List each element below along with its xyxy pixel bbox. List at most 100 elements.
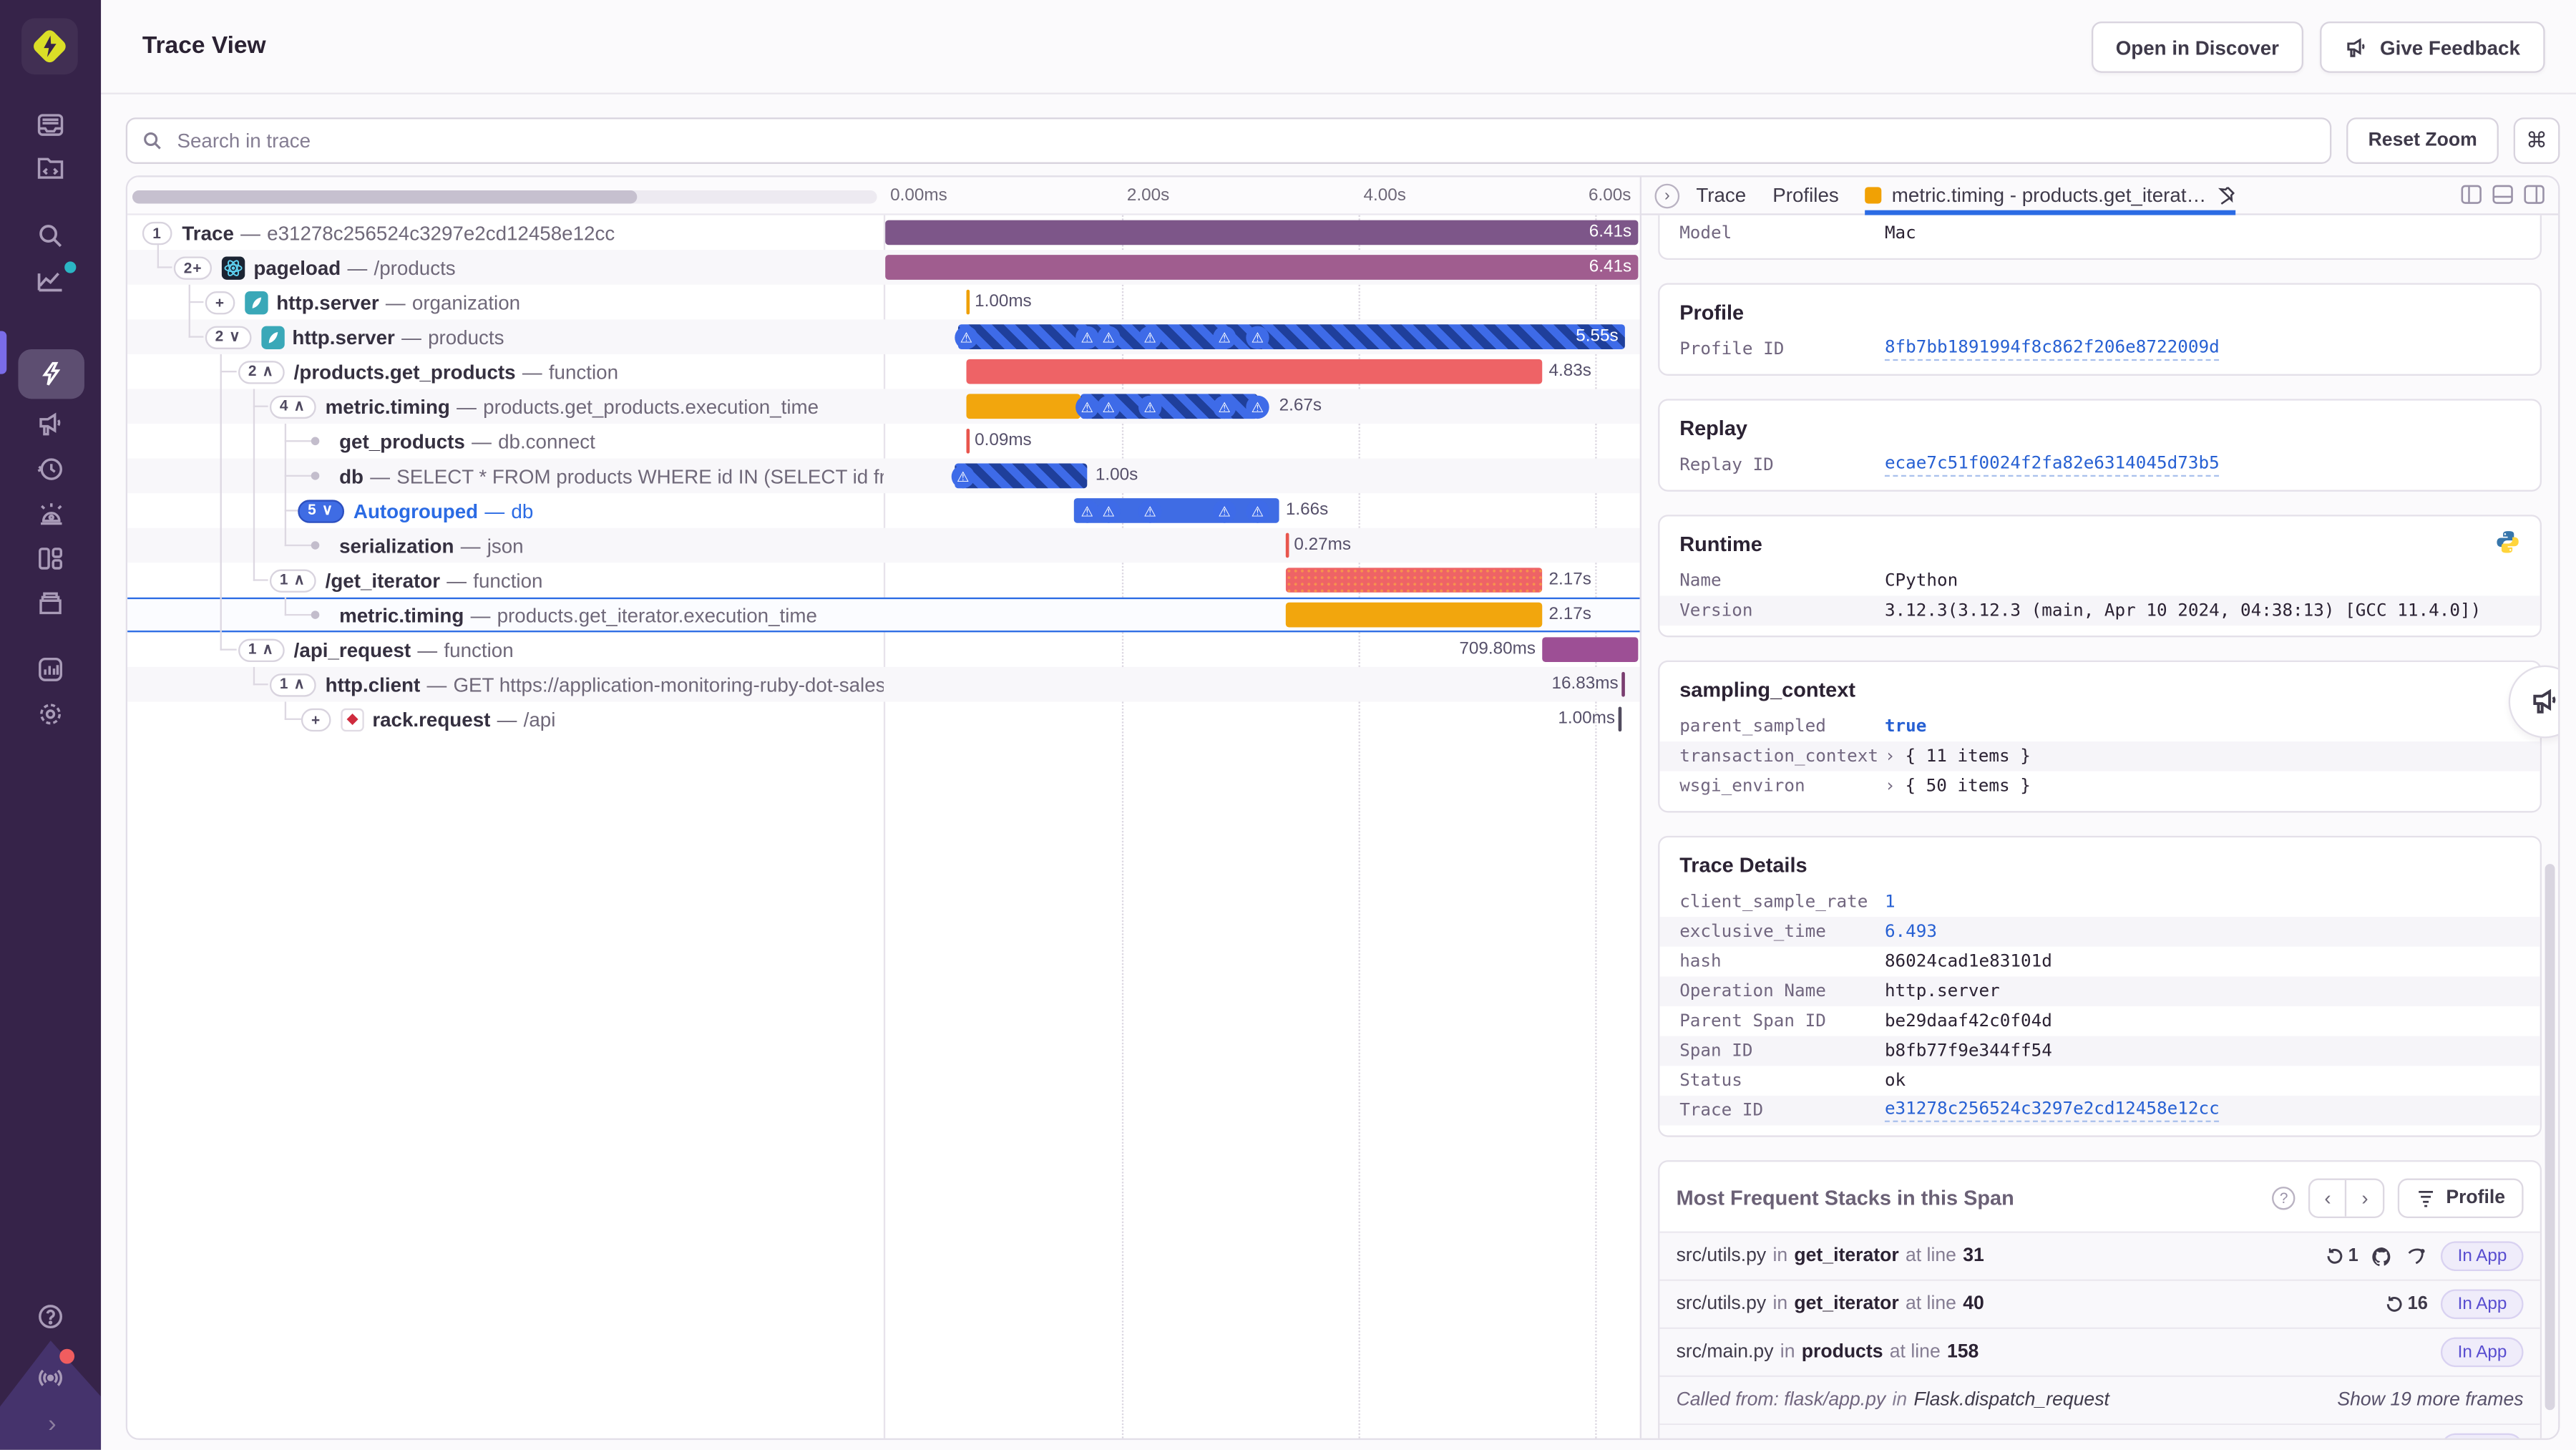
warning-icon[interactable]: ⚠ bbox=[1246, 325, 1269, 349]
span-row-rack-request[interactable]: + ◆ rack.request — /api 1.00ms bbox=[127, 702, 1640, 737]
span-bar[interactable] bbox=[1285, 568, 1543, 593]
span-bar[interactable]: 6.41s bbox=[885, 255, 1639, 280]
warning-icon[interactable]: ⚠ bbox=[1097, 325, 1121, 349]
next-stack-button[interactable]: › bbox=[2347, 1180, 2384, 1217]
replay-id-link[interactable]: ecae7c51f0024f2fa82e6314045d73b5 bbox=[1884, 454, 2220, 477]
span-children-count-pill[interactable]: 1 bbox=[142, 220, 172, 245]
span-bar-missing-instrumentation[interactable]: 5.55s bbox=[957, 324, 1625, 349]
span-row-get-iterator-function[interactable]: 1 ∧ /get_iterator — function 2.17s bbox=[127, 563, 1640, 598]
stack-frame-row[interactable]: src/utils.py in get_iterator at line 31 … bbox=[1659, 1231, 2540, 1280]
span-row-serialization[interactable]: serialization — json 0.27ms bbox=[127, 527, 1640, 563]
give-feedback-button[interactable]: Give Feedback bbox=[2320, 21, 2545, 73]
span-row-http-client[interactable]: 1 ∧ http.client — GET https://applicatio… bbox=[127, 666, 1640, 702]
span-row-api-request-function[interactable]: 1 ∧ /api_request — function 709.80ms bbox=[127, 632, 1640, 667]
tab-span-active[interactable]: metric.timing - products.get_iterat… bbox=[1865, 177, 2236, 215]
warning-icon[interactable]: ⚠ bbox=[1138, 325, 1162, 349]
drawer-scrollbar[interactable] bbox=[2545, 864, 2555, 1411]
sidebar-item-performance-active[interactable] bbox=[17, 349, 84, 399]
span-tick[interactable] bbox=[966, 428, 970, 454]
sidebar-item-releases[interactable] bbox=[17, 581, 84, 626]
warning-icon[interactable]: ⚠ bbox=[1097, 394, 1121, 418]
collapse-drawer-icon[interactable]: › bbox=[1654, 183, 1680, 208]
stack-frame-row[interactable]: src/main.py in products at line 158 In A… bbox=[1659, 1327, 2540, 1376]
dock-bottom-icon[interactable] bbox=[2492, 184, 2514, 205]
sidebar-item-search[interactable] bbox=[17, 213, 84, 258]
open-in-discover-button[interactable]: Open in Discover bbox=[2091, 21, 2304, 73]
span-bar[interactable] bbox=[966, 394, 1081, 419]
span-expand-pill[interactable]: + bbox=[205, 290, 235, 314]
pin-icon[interactable] bbox=[2216, 185, 2236, 205]
span-row-db-connect[interactable]: get_products — db.connect 0.09ms bbox=[127, 424, 1640, 459]
sidebar-expand-icon[interactable]: › bbox=[44, 1412, 57, 1437]
help-circle-icon[interactable]: ? bbox=[2272, 1187, 2296, 1210]
sidebar-item-alerts[interactable] bbox=[17, 492, 84, 536]
span-row-metric-timing-get-iterator-selected[interactable]: metric.timing — products.get_iterator.ex… bbox=[127, 597, 1640, 633]
reset-zoom-button[interactable]: Reset Zoom bbox=[2346, 117, 2499, 164]
warning-icon[interactable]: ⚠ bbox=[951, 464, 975, 488]
span-expand-pill[interactable]: + bbox=[301, 707, 331, 731]
span-tick[interactable] bbox=[966, 289, 970, 315]
warning-icon[interactable]: ⚠ bbox=[1075, 499, 1099, 522]
span-tick[interactable] bbox=[1285, 532, 1289, 558]
dock-left-icon[interactable] bbox=[2461, 184, 2482, 205]
span-row-metric-timing-get-products[interactable]: 4 ∧ metric.timing — products.get_product… bbox=[127, 389, 1640, 424]
span-tick[interactable] bbox=[1621, 671, 1625, 697]
span-tick[interactable] bbox=[1618, 706, 1622, 732]
sidebar-item-stats[interactable] bbox=[17, 258, 84, 303]
profile-link-icon[interactable] bbox=[2406, 1245, 2428, 1267]
span-children-count-pill[interactable]: 1 ∧ bbox=[269, 568, 316, 592]
stack-frame-row[interactable]: src/utils.py in get_iterator at line 40 … bbox=[1659, 1279, 2540, 1328]
search-input[interactable] bbox=[173, 127, 2316, 155]
show-more-frames-link[interactable]: Show 19 more frames bbox=[2337, 1391, 2523, 1411]
span-children-count-pill[interactable]: 4 ∧ bbox=[269, 394, 316, 418]
warning-icon[interactable]: ⚠ bbox=[1246, 499, 1269, 522]
stack-frame-called-from[interactable]: Called from: flask/app.py in Flask.dispa… bbox=[1659, 1375, 2540, 1424]
warning-icon[interactable]: ⚠ bbox=[1138, 499, 1162, 522]
transaction-context-row[interactable]: transaction_context › { 11 items } bbox=[1659, 741, 2540, 772]
span-children-count-pill[interactable]: 2 ∨ bbox=[205, 325, 251, 349]
span-row-db-select[interactable]: db — SELECT * FROM products WHERE id IN … bbox=[127, 458, 1640, 494]
warning-icon[interactable]: ⚠ bbox=[1246, 394, 1269, 418]
sidebar-item-dashboards[interactable] bbox=[17, 536, 84, 580]
span-children-count-pill[interactable]: 2+ bbox=[173, 256, 213, 279]
span-children-count-pill[interactable]: 1 ∧ bbox=[269, 673, 316, 696]
sidebar-item-projects[interactable] bbox=[17, 147, 84, 192]
warning-icon[interactable]: ⚠ bbox=[1097, 499, 1121, 522]
warning-icon[interactable]: ⚠ bbox=[955, 325, 978, 349]
warning-icon[interactable]: ⚠ bbox=[1213, 394, 1236, 418]
prev-stack-button[interactable]: ‹ bbox=[2311, 1179, 2347, 1217]
stack-frame-row[interactable]: gunicorn in <module> at line 8 In App bbox=[1659, 1423, 2540, 1439]
sidebar-item-settings[interactable] bbox=[17, 692, 84, 736]
profile-id-link[interactable]: 8fb7bb1891994f8c862f206e8722009d bbox=[1884, 338, 2220, 361]
scrollbar-thumb[interactable] bbox=[132, 190, 638, 204]
warning-icon[interactable]: ⚠ bbox=[1075, 394, 1099, 418]
shortcuts-button[interactable]: ⌘ bbox=[2513, 117, 2560, 164]
autogroup-count-pill[interactable]: 5 ∨ bbox=[298, 499, 344, 522]
sentry-logo[interactable] bbox=[21, 18, 78, 75]
help-icon[interactable] bbox=[17, 1294, 84, 1338]
span-bar[interactable] bbox=[966, 359, 1543, 384]
sidebar-item-feedback[interactable] bbox=[17, 402, 84, 447]
sidebar-item-issues[interactable] bbox=[17, 102, 84, 147]
span-row-http-server-products[interactable]: 2 ∨ http.server — products 5.55s ⚠ ⚠ ⚠ ⚠… bbox=[127, 319, 1640, 354]
span-bar[interactable] bbox=[1542, 637, 1639, 662]
span-row-http-server-organization[interactable]: + http.server — organization 1.00ms bbox=[127, 285, 1640, 320]
tab-profiles[interactable]: Profiles bbox=[1772, 184, 1839, 207]
sidebar-item-replays[interactable] bbox=[17, 447, 84, 491]
span-row-autogrouped-db[interactable]: 5 ∨ Autogrouped — db ⚠ ⚠ ⚠ ⚠ ⚠ 1.66s bbox=[127, 493, 1640, 528]
warning-icon[interactable]: ⚠ bbox=[1213, 499, 1236, 522]
warning-icon[interactable]: ⚠ bbox=[1075, 325, 1099, 349]
span-row-pageload[interactable]: 2+ pageload — /products 6.41s bbox=[127, 250, 1640, 285]
expand-chevron-icon[interactable]: › bbox=[1885, 777, 1896, 797]
wsgi-environ-row[interactable]: wsgi_environ › { 50 items } bbox=[1659, 772, 2540, 802]
tree-horizontal-scrollbar[interactable] bbox=[132, 190, 877, 204]
span-bar[interactable]: 6.41s bbox=[885, 220, 1639, 245]
sidebar-item-monitors[interactable] bbox=[17, 647, 84, 691]
expand-chevron-icon[interactable]: › bbox=[1885, 746, 1896, 767]
span-bar[interactable] bbox=[1285, 602, 1543, 628]
trace-id-link[interactable]: e31278c256524c3297e2cd12458e12cc bbox=[1884, 1099, 2220, 1122]
span-children-count-pill[interactable]: 2 ∧ bbox=[238, 359, 284, 384]
warning-icon[interactable]: ⚠ bbox=[1138, 394, 1162, 418]
search-in-trace[interactable] bbox=[125, 117, 2332, 164]
whats-new-icon[interactable] bbox=[17, 1348, 84, 1398]
